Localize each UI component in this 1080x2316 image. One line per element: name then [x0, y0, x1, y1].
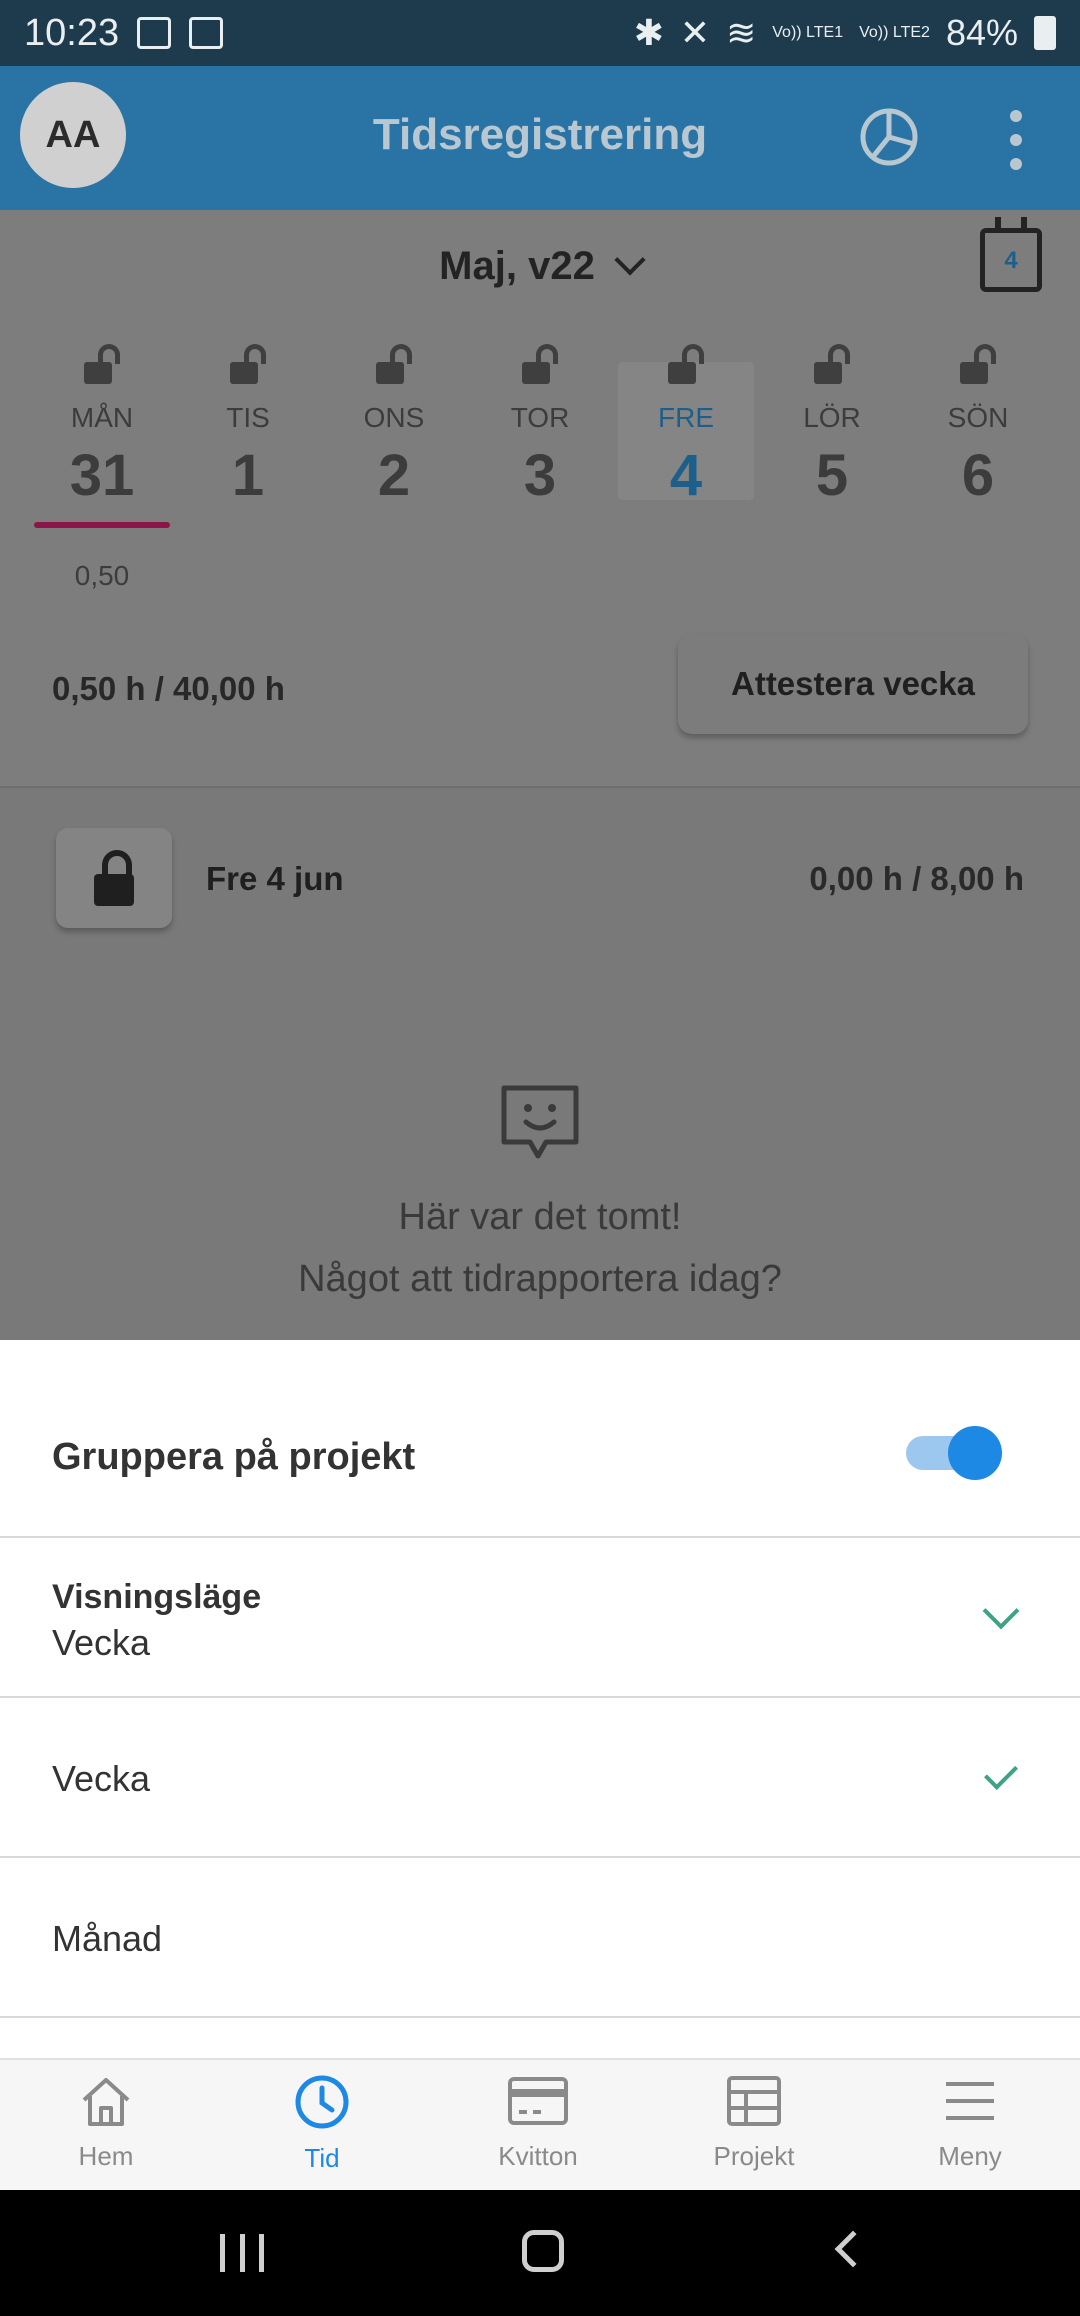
day-number: 2 [377, 443, 411, 508]
checkbox-notification-icon [189, 17, 224, 49]
nav-projekt[interactable]: Projekt [674, 2074, 834, 2172]
day-saturday[interactable]: LÖR 5 [764, 340, 900, 530]
nav-meny[interactable]: Meny [890, 2074, 1050, 2172]
day-monday[interactable]: MÅN 31 [34, 340, 170, 530]
day-sunday[interactable]: SÖN 6 [910, 340, 1046, 530]
day-number: 4 [669, 443, 703, 508]
day-thursday[interactable]: TOR 3 [472, 340, 608, 530]
attest-week-button[interactable]: Attestera vecka [678, 634, 1028, 734]
empty-state-subtitle: Något att tidrapportera idag? [298, 1258, 782, 1300]
view-mode-dropdown[interactable]: Visningsläge Vecka [0, 1538, 1080, 1698]
day-name: TIS [226, 402, 270, 433]
view-mode-label: Visningsläge [52, 1578, 262, 1616]
group-by-project-row[interactable]: Gruppera på projekt [0, 1340, 1080, 1538]
group-by-project-label: Gruppera på projekt [52, 1436, 416, 1478]
calendar-day-number: 4 [1004, 247, 1018, 274]
nav-label: Tid [304, 2143, 340, 2173]
nav-home[interactable]: Hem [26, 2074, 186, 2172]
settings-bottom-sheet: Gruppera på projekt Visningsläge Vecka V… [0, 1340, 1080, 2060]
more-options-icon[interactable] [1006, 110, 1026, 170]
battery-percent: 84% [945, 12, 1018, 53]
day-name: MÅN [70, 402, 134, 433]
status-bar: 10:23 ✱ ✕ ≋ Vo)) LTE1 Vo)) LTE2 84% [0, 0, 1080, 66]
group-by-project-toggle[interactable] [904, 1424, 1002, 1480]
day-name: LÖR [803, 402, 861, 433]
nav-kvitton[interactable]: Kvitton [458, 2074, 618, 2172]
nav-label: Meny [938, 2141, 1002, 2171]
unlock-icon [522, 344, 558, 386]
nav-tid[interactable]: Tid [242, 2074, 402, 2174]
wifi-icon: ≋ [726, 12, 757, 53]
bluetooth-icon: ✱ [633, 12, 664, 53]
day-friday-selected[interactable]: FRE 4 [618, 344, 754, 508]
view-mode-value: Vecka [52, 1622, 151, 1663]
battery-icon [1034, 16, 1056, 50]
day-hours-summary: 0,00 h / 8,00 h [809, 860, 1024, 897]
menu-icon [946, 2082, 994, 2120]
system-navigation-bar [0, 2190, 1080, 2316]
unlock-icon [376, 344, 412, 386]
option-manad[interactable]: Månad [0, 1858, 1080, 2018]
day-name: SÖN [947, 402, 1009, 433]
option-vecka[interactable]: Vecka [0, 1698, 1080, 1858]
empty-state-title: Här var det tomt! [398, 1196, 682, 1238]
day-tuesday[interactable]: TIS 1 [180, 340, 316, 530]
clock-icon [295, 2075, 349, 2129]
sim1-label: Vo)) LTE1 [772, 24, 844, 41]
today-underline [34, 522, 170, 528]
status-time: 10:23 [24, 11, 120, 54]
day-number: 6 [961, 443, 995, 508]
day-name: TOR [510, 402, 570, 433]
day-date-label: Fre 4 jun [206, 860, 344, 897]
back-icon[interactable] [834, 2230, 872, 2268]
bottom-navigation: Hem Tid Kvitton Projekt Meny [0, 2058, 1080, 2190]
recent-apps-icon[interactable] [220, 2234, 264, 2272]
main-content: Maj, v22 4 MÅN 31 TIS 1 ONS 2 TOR 3 FRE … [0, 210, 1080, 1340]
unlock-icon [230, 344, 266, 386]
checkmark-icon [984, 1756, 1018, 1790]
nav-label: Hem [78, 2141, 134, 2171]
chevron-down-icon [982, 1592, 1020, 1630]
day-name: ONS [363, 402, 425, 433]
week-selector[interactable]: Maj, v22 [0, 244, 1080, 289]
monday-hours: 0,50 [74, 560, 130, 591]
option-label: Månad [52, 1918, 163, 1959]
card-icon [508, 2077, 568, 2125]
gallery-icon [137, 17, 172, 49]
day-wednesday[interactable]: ONS 2 [326, 340, 462, 530]
nav-label: Projekt [713, 2141, 795, 2171]
option-label: Vecka [52, 1758, 151, 1799]
week-selector-label: Maj, v22 [439, 244, 595, 288]
calendar-icon[interactable]: 4 [980, 217, 1042, 292]
day-panel: Fre 4 jun 0,00 h / 8,00 h Här var det to… [0, 788, 1080, 1340]
unlock-icon [814, 344, 850, 386]
chevron-down-icon [614, 244, 646, 276]
unlock-icon [84, 344, 120, 386]
unlock-icon [668, 344, 704, 386]
sim2-label: Vo)) LTE2 [859, 24, 930, 41]
week-hours-summary: 0,50 h / 40,00 h [52, 670, 285, 707]
nav-label: Kvitton [498, 2141, 578, 2171]
day-name: FRE [658, 402, 714, 433]
week-days: MÅN 31 TIS 1 ONS 2 TOR 3 FRE 4 LÖR 5 SÖN… [0, 340, 1080, 580]
home-icon [82, 2078, 130, 2126]
table-icon [727, 2076, 781, 2126]
day-number: 3 [523, 443, 557, 508]
lock-day-button[interactable] [56, 828, 172, 928]
day-number: 1 [231, 443, 265, 508]
unlock-icon [960, 344, 996, 386]
day-number: 31 [69, 443, 135, 508]
mute-icon: ✕ [679, 12, 711, 53]
app-bar: AA Tidsregistrering [0, 66, 1080, 210]
day-number: 5 [815, 443, 849, 508]
week-header: Maj, v22 4 MÅN 31 TIS 1 ONS 2 TOR 3 FRE … [0, 210, 1080, 788]
chat-smile-icon [501, 1085, 579, 1159]
home-button-icon[interactable] [522, 2230, 564, 2272]
pie-chart-icon[interactable] [858, 106, 920, 168]
